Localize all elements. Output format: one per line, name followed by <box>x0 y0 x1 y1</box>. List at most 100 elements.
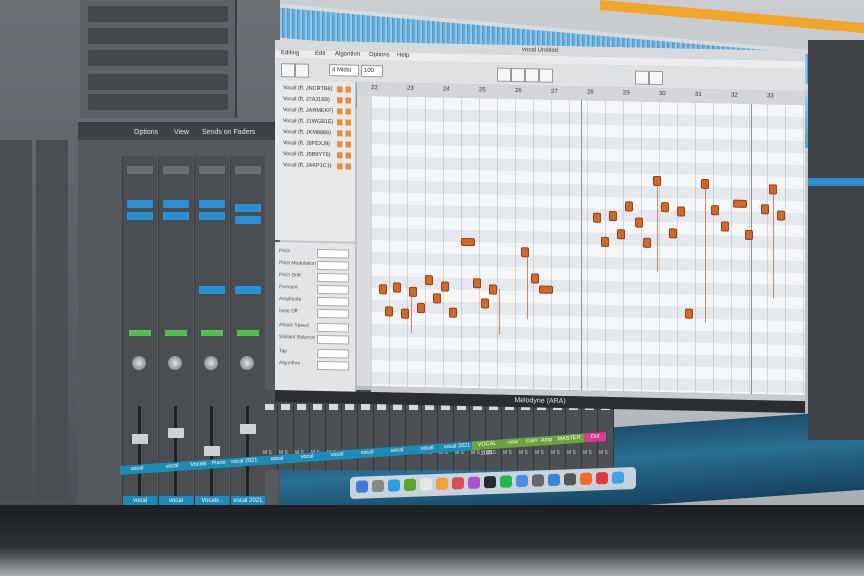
track-item[interactable]: Vocal (ft. JKM8886) <box>283 128 353 138</box>
note-blob[interactable] <box>745 229 753 241</box>
note-blob[interactable] <box>385 306 393 317</box>
edit-tool-icon[interactable] <box>525 68 539 83</box>
channel-strip[interactable]: vocal <box>158 156 193 506</box>
app-icon[interactable] <box>596 471 608 485</box>
insert-slot[interactable] <box>163 200 189 208</box>
app-icon[interactable] <box>516 474 528 488</box>
note-blob[interactable] <box>449 307 457 318</box>
edit-pen-icon[interactable] <box>337 141 351 148</box>
inspector-value-field[interactable] <box>317 322 349 333</box>
edit-pen-icon[interactable] <box>337 130 351 137</box>
note-blob[interactable] <box>441 281 449 292</box>
inspector-value-field[interactable] <box>317 334 349 345</box>
fader-cap[interactable] <box>377 404 386 410</box>
insert-slot[interactable] <box>235 216 261 224</box>
app-icon[interactable] <box>532 474 544 487</box>
plugin-slot[interactable] <box>88 6 228 22</box>
insert-slot[interactable] <box>199 286 225 294</box>
channel-label[interactable]: MASTER <box>554 433 585 445</box>
channel-label[interactable]: vocal 2021 <box>226 456 263 468</box>
channel-label[interactable]: vocal 2021 <box>442 441 473 453</box>
plugin-slot[interactable] <box>88 74 228 90</box>
volume-fader[interactable] <box>204 446 220 456</box>
note-blob[interactable] <box>661 202 669 213</box>
edit-pen-icon[interactable] <box>337 119 351 126</box>
plugin-slot[interactable] <box>88 28 228 44</box>
note-blob[interactable] <box>643 237 651 248</box>
app-icon[interactable] <box>484 475 496 489</box>
inspector-value-field[interactable] <box>317 284 349 295</box>
fader-cap[interactable] <box>361 404 370 410</box>
note-blob[interactable] <box>473 278 481 289</box>
channel-label[interactable]: new <box>502 437 525 449</box>
pan-knob[interactable] <box>204 356 218 370</box>
note-blob[interactable] <box>721 221 729 232</box>
insert-slot[interactable] <box>127 212 153 220</box>
fader-cap[interactable] <box>329 404 338 410</box>
inspector-value-field[interactable] <box>317 348 349 359</box>
track-item[interactable]: Vocal (ft. JAKP1C1) <box>283 161 353 171</box>
app-icon[interactable] <box>404 478 416 492</box>
insert-slot[interactable] <box>235 166 261 174</box>
insert-slot[interactable] <box>199 212 225 220</box>
fader-cap[interactable] <box>265 404 274 410</box>
channel-label[interactable]: VOCAL 2021 <box>472 439 503 457</box>
note-blob[interactable] <box>539 285 553 294</box>
edit-pen-icon[interactable] <box>337 108 351 115</box>
note-blob[interactable] <box>393 282 401 293</box>
plugin-slot[interactable] <box>88 50 228 66</box>
mixer-menu-options[interactable]: Options <box>134 129 158 136</box>
fader-cap[interactable] <box>281 404 290 410</box>
plugin-slot[interactable] <box>88 94 228 110</box>
note-blob[interactable] <box>593 212 601 223</box>
pan-knob[interactable] <box>240 356 254 370</box>
channel-label[interactable]: vocal <box>120 463 155 475</box>
note-blob[interactable] <box>677 206 685 217</box>
zoom-field[interactable]: 100 <box>361 64 383 78</box>
channel-label[interactable]: vocal <box>292 451 323 463</box>
insert-slot[interactable] <box>163 212 189 220</box>
note-blob[interactable] <box>761 204 769 215</box>
inspector-value-field[interactable] <box>317 296 349 307</box>
note-blob[interactable] <box>669 228 677 239</box>
fader-cap[interactable] <box>393 404 402 410</box>
app-icon[interactable] <box>468 476 480 489</box>
inspector-value-field[interactable] <box>317 272 349 283</box>
track-item[interactable]: Vocal (ft. J8FEXJ9) <box>283 139 353 149</box>
channel-label[interactable]: Gain ·Amp <box>524 435 555 447</box>
pan-knob[interactable] <box>168 356 182 370</box>
spotify-icon[interactable] <box>500 475 512 488</box>
inspector-value-field[interactable] <box>317 248 349 259</box>
app-icon[interactable] <box>452 477 464 490</box>
insert-slot[interactable] <box>127 200 153 208</box>
note-blob[interactable] <box>379 284 387 295</box>
channel-strip[interactable]: vocal 2021 <box>230 156 265 506</box>
note-blob[interactable] <box>711 205 719 216</box>
note-blob[interactable] <box>531 273 539 284</box>
note-blob[interactable] <box>625 201 633 212</box>
edit-pen-icon[interactable] <box>337 152 351 159</box>
finder-icon[interactable] <box>356 480 368 493</box>
note-blob[interactable] <box>635 217 643 228</box>
note-blob[interactable] <box>425 275 433 286</box>
inspector-value-field[interactable] <box>317 360 349 371</box>
track-item[interactable]: Vocal (ft. JARMEKF) <box>283 106 353 116</box>
edit-tool-icon[interactable] <box>635 70 649 85</box>
channel-label[interactable]: vocal <box>322 449 353 461</box>
mixer-menu-sends[interactable]: Sends on Faders <box>202 129 255 136</box>
note-blob[interactable] <box>601 236 609 247</box>
channel-strip[interactable]: vocal <box>122 156 157 506</box>
channel-label[interactable]: vocal <box>382 445 413 457</box>
pointer-tool-icon[interactable] <box>281 63 295 78</box>
note-blob[interactable] <box>401 308 409 319</box>
edit-tool-icon[interactable] <box>649 70 663 86</box>
insert-slot[interactable] <box>127 166 153 174</box>
note-blob[interactable] <box>685 308 693 319</box>
edit-pen-icon[interactable] <box>337 86 351 93</box>
track-item[interactable]: Vocal (ft. J1WGB1E) <box>283 117 353 127</box>
volume-fader[interactable] <box>132 434 148 444</box>
calendar-icon[interactable] <box>420 478 432 491</box>
channel-strip[interactable]: Vocals · Piano <box>194 156 229 514</box>
far-left-channel-strip[interactable] <box>0 140 32 500</box>
mute-solo-buttons[interactable]: M S <box>583 450 596 456</box>
